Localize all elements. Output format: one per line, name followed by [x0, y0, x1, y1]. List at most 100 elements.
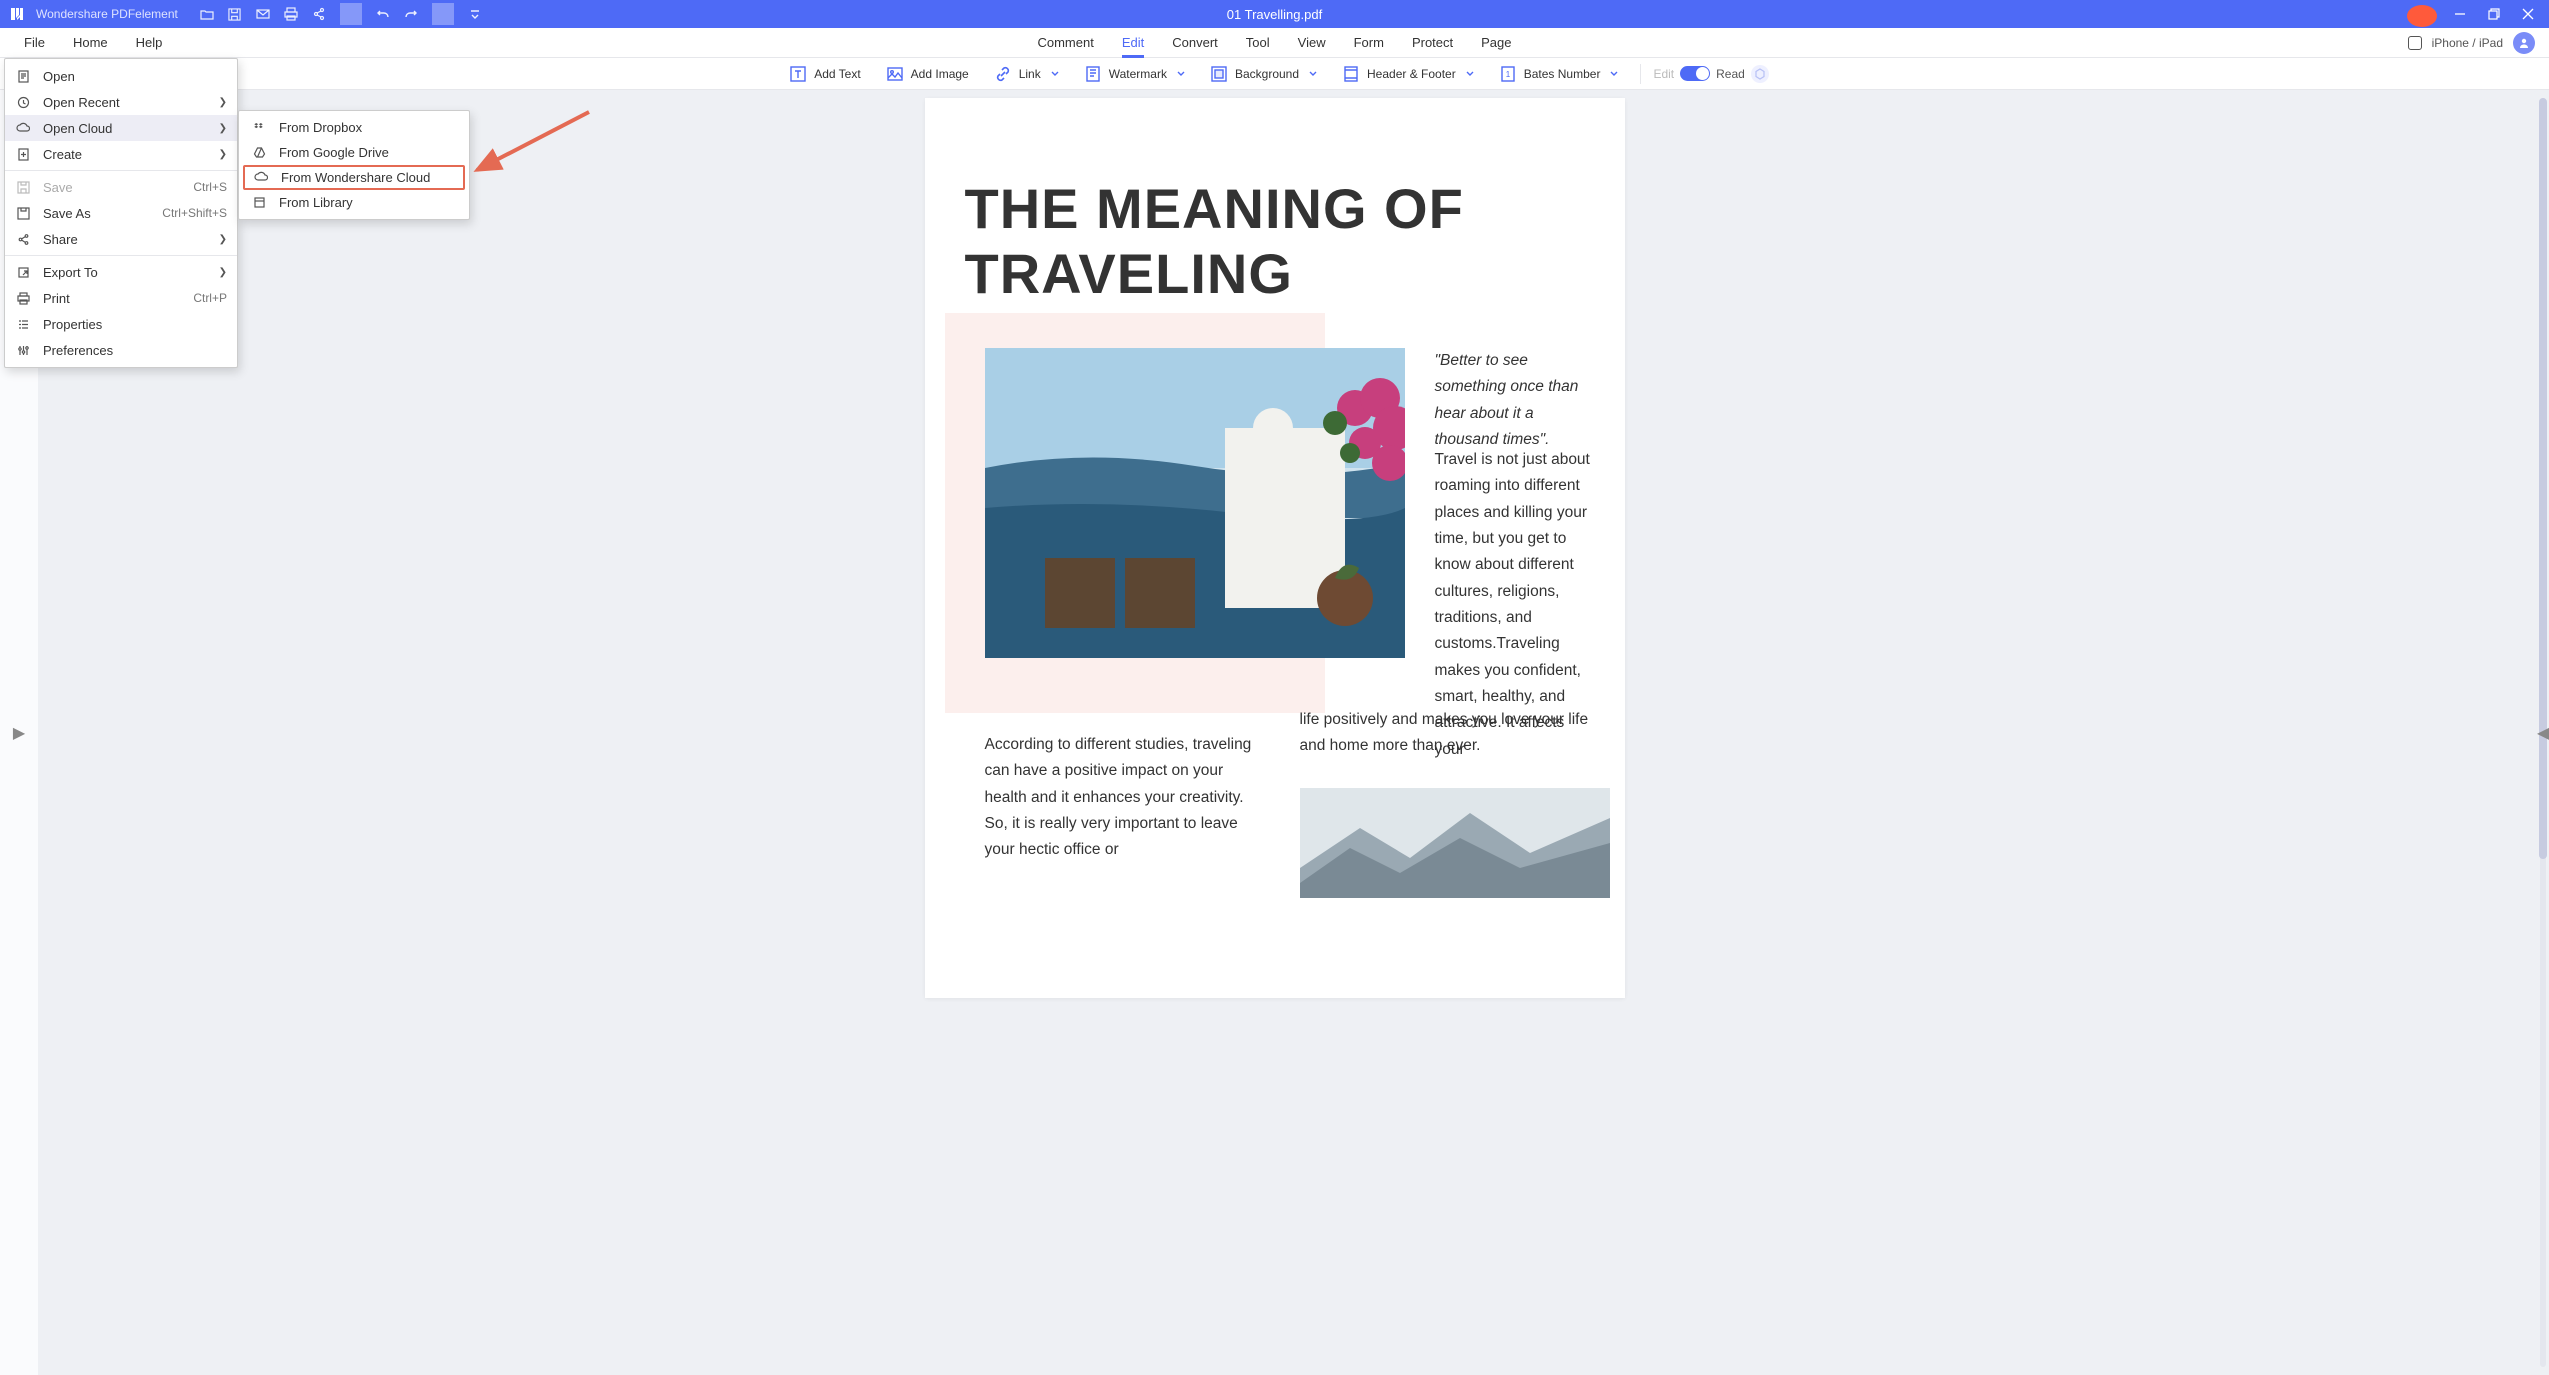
- menu-item-open-recent[interactable]: Open Recent ❯: [5, 89, 237, 115]
- add-image-button[interactable]: Add Image: [877, 61, 979, 87]
- menu-form[interactable]: Form: [1340, 28, 1398, 58]
- share-icon: [15, 231, 31, 247]
- menu-item-save-as[interactable]: Save As Ctrl+Shift+S: [5, 200, 237, 226]
- toolbar-settings-icon[interactable]: [1751, 65, 1769, 83]
- separator: [1640, 64, 1641, 84]
- save-icon[interactable]: [224, 3, 246, 25]
- add-text-button[interactable]: Add Text: [780, 61, 870, 87]
- menu-item-share[interactable]: Share ❯: [5, 226, 237, 252]
- menu-view[interactable]: View: [1284, 28, 1340, 58]
- submenu-from-wondershare-cloud[interactable]: From Wondershare Cloud: [243, 165, 465, 190]
- right-sidebar-rail: ◀: [2537, 90, 2549, 1375]
- menu-comment[interactable]: Comment: [1023, 28, 1107, 58]
- menu-item-save: Save Ctrl+S: [5, 174, 237, 200]
- document-paragraph-left: According to different studies, travelin…: [985, 732, 1265, 864]
- menu-item-properties[interactable]: Properties: [5, 311, 237, 337]
- edit-read-toggle[interactable]: [1680, 66, 1710, 81]
- mail-icon[interactable]: [252, 3, 274, 25]
- library-icon: [251, 195, 267, 211]
- cloud-icon: [253, 170, 269, 186]
- separator: [432, 3, 454, 25]
- watermark-button[interactable]: Watermark: [1075, 61, 1195, 87]
- separator: [5, 255, 237, 256]
- workspace: ▶ THE MEANING OF TRAVELING: [0, 90, 2549, 1375]
- chevron-down-icon: [1309, 70, 1317, 78]
- menu-item-print[interactable]: Print Ctrl+P: [5, 285, 237, 311]
- menu-home[interactable]: Home: [59, 28, 122, 58]
- chevron-right-icon: ❯: [219, 97, 227, 108]
- menu-file[interactable]: File: [10, 28, 59, 58]
- menu-convert[interactable]: Convert: [1158, 28, 1232, 58]
- edit-mode-label: Edit: [1653, 67, 1674, 81]
- chevron-down-icon: [1610, 70, 1618, 78]
- print-icon[interactable]: [280, 3, 302, 25]
- clock-icon: [15, 94, 31, 110]
- redo-icon[interactable]: [400, 3, 422, 25]
- share-icon[interactable]: [308, 3, 330, 25]
- read-mode-label: Read: [1716, 67, 1745, 81]
- document-heading: THE MEANING OF TRAVELING: [965, 176, 1585, 306]
- minimize-button[interactable]: [2445, 3, 2475, 25]
- menu-item-export[interactable]: Export To ❯: [5, 259, 237, 285]
- chevron-right-icon: ❯: [219, 267, 227, 278]
- menu-tool[interactable]: Tool: [1232, 28, 1284, 58]
- notification-icon[interactable]: [2411, 3, 2441, 25]
- menu-item-open-cloud[interactable]: Open Cloud ❯: [5, 115, 237, 141]
- export-icon: [15, 264, 31, 280]
- bates-number-button[interactable]: 1 Bates Number: [1490, 61, 1629, 87]
- quick-access-dropdown-icon[interactable]: [464, 3, 486, 25]
- app-name: Wondershare PDFelement: [36, 7, 178, 21]
- document-paragraph-bridge: life positively and makes you love your …: [1300, 707, 1610, 760]
- menu-help[interactable]: Help: [122, 28, 177, 58]
- background-button[interactable]: Background: [1201, 61, 1327, 87]
- save-as-icon: [15, 205, 31, 221]
- annotation-arrow: [469, 106, 599, 186]
- submenu-from-google-drive[interactable]: From Google Drive: [243, 140, 465, 165]
- chevron-down-icon: [1051, 70, 1059, 78]
- cloud-icon: [15, 120, 31, 136]
- menu-edit[interactable]: Edit: [1108, 28, 1158, 58]
- sliders-icon: [15, 342, 31, 358]
- chevron-right-icon: ❯: [219, 123, 227, 134]
- menu-item-create[interactable]: Create ❯: [5, 141, 237, 167]
- file-menu-dropdown: Open Open Recent ❯ Open Cloud ❯ Create ❯…: [4, 58, 238, 368]
- device-label[interactable]: iPhone / iPad: [2432, 36, 2503, 50]
- expand-right-sidebar-icon[interactable]: ◀: [2537, 723, 2549, 743]
- window-controls: [2411, 3, 2549, 25]
- document-photo-2: [1300, 788, 1610, 898]
- dropbox-icon: [251, 120, 267, 136]
- print-icon: [15, 290, 31, 306]
- open-file-icon[interactable]: [196, 3, 218, 25]
- separator: [340, 3, 362, 25]
- chevron-right-icon: ❯: [219, 234, 227, 245]
- menu-bar: File Home Help Comment Edit Convert Tool…: [0, 28, 2549, 58]
- menu-page[interactable]: Page: [1467, 28, 1525, 58]
- phone-icon: [2408, 36, 2422, 50]
- titlebar-quick-tools: [196, 3, 486, 25]
- undo-icon[interactable]: [372, 3, 394, 25]
- header-footer-button[interactable]: Header & Footer: [1333, 61, 1484, 87]
- document-icon: [15, 68, 31, 84]
- menu-item-preferences[interactable]: Preferences: [5, 337, 237, 363]
- document-photo: [985, 348, 1405, 658]
- menu-item-open[interactable]: Open: [5, 63, 237, 89]
- open-cloud-submenu: From Dropbox From Google Drive From Wond…: [238, 110, 470, 220]
- svg-text:1: 1: [1506, 70, 1511, 79]
- save-icon: [15, 179, 31, 195]
- edit-toolbar: Add Text Add Image Link Watermark Backgr…: [0, 58, 2549, 90]
- google-drive-icon: [251, 145, 267, 161]
- chevron-down-icon: [1177, 70, 1185, 78]
- user-avatar[interactable]: [2513, 32, 2535, 54]
- submenu-from-library[interactable]: From Library: [243, 190, 465, 215]
- close-button[interactable]: [2513, 3, 2543, 25]
- menu-protect[interactable]: Protect: [1398, 28, 1467, 58]
- separator: [5, 170, 237, 171]
- link-button[interactable]: Link: [985, 61, 1069, 87]
- submenu-from-dropbox[interactable]: From Dropbox: [243, 115, 465, 140]
- app-logo-icon: [6, 3, 28, 25]
- maximize-button[interactable]: [2479, 3, 2509, 25]
- expand-sidebar-icon[interactable]: ▶: [14, 713, 24, 753]
- document-page[interactable]: THE MEANING OF TRAVELING "Be: [925, 98, 1625, 998]
- document-quote: "Better to see something once than hear …: [1435, 348, 1595, 453]
- title-bar: Wondershare PDFelement 01 Travelling.pdf: [0, 0, 2549, 28]
